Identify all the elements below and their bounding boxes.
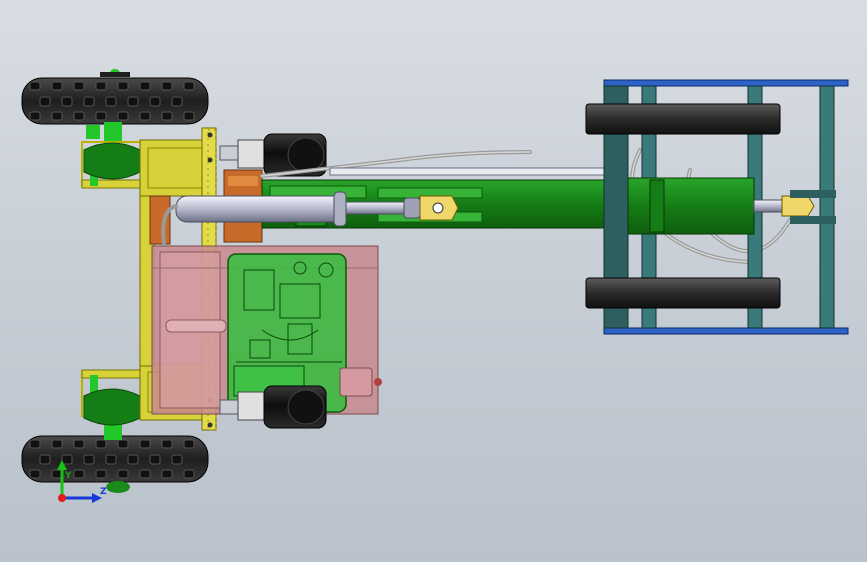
top-wheel — [21, 69, 209, 125]
cad-viewport[interactable]: Y Z — [0, 0, 867, 562]
bottom-wheel — [21, 435, 209, 493]
triad-y-label: Y — [64, 471, 72, 481]
triad-z-label: Z — [100, 487, 107, 497]
upper-steel-rod — [329, 167, 621, 176]
fork-cylinder — [627, 177, 836, 235]
machine-top-view: Y Z — [21, 69, 849, 503]
